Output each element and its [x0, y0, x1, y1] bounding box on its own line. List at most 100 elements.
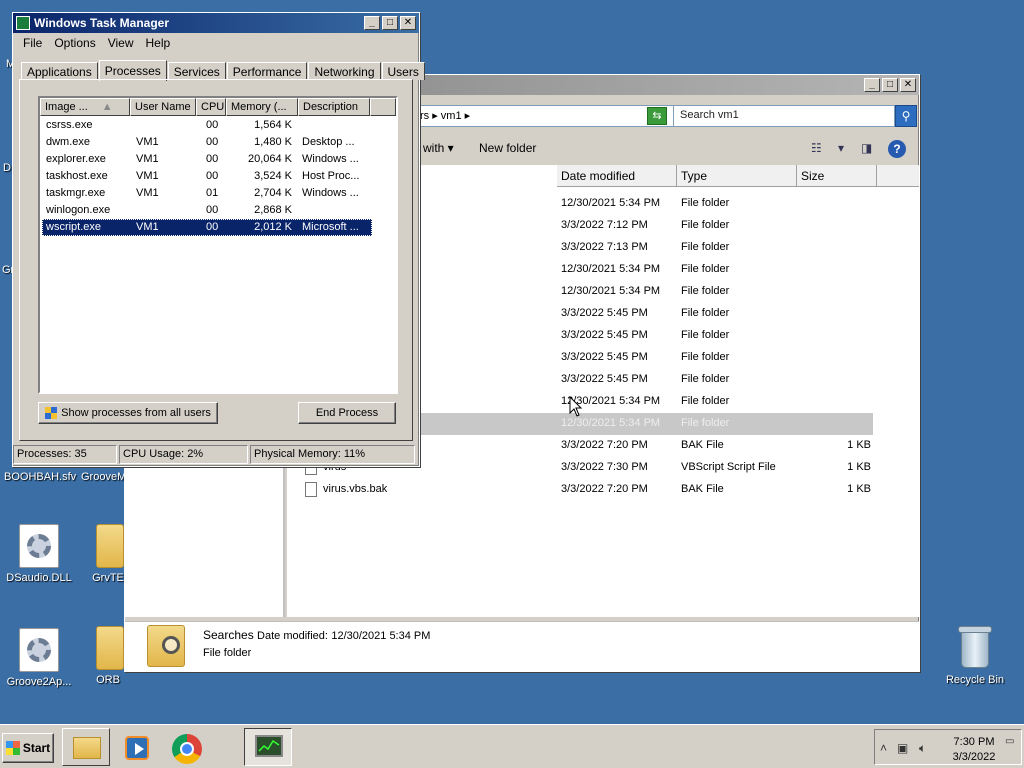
process-description: Microsoft ...	[302, 221, 359, 233]
taskbar-media-player-button[interactable]	[112, 728, 160, 766]
process-row[interactable]: explorer.exe VM1 00 20,064 K Windows ...	[42, 151, 372, 168]
process-row[interactable]: csrss.exe 00 1,564 K	[42, 117, 372, 134]
process-row[interactable]: dwm.exe VM1 00 1,480 K Desktop ...	[42, 134, 372, 151]
file-date: 3/3/2022 7:20 PM	[561, 439, 648, 451]
search-folder-icon	[147, 625, 185, 667]
column-header-description[interactable]: Description	[298, 98, 370, 116]
minimize-button[interactable]: _	[864, 78, 880, 92]
process-memory: 1,480 K	[254, 136, 292, 148]
process-memory: 2,868 K	[254, 204, 292, 216]
process-user: VM1	[136, 221, 159, 233]
volume-icon[interactable]: 🔈︎	[919, 741, 926, 756]
desktop-icon-dsaudio[interactable]: DSaudio.DLL	[0, 524, 78, 584]
clock[interactable]: 7:30 PM 3/3/2022	[947, 735, 1001, 765]
status-cpu-usage: CPU Usage: 2%	[119, 445, 248, 464]
refresh-button[interactable]: ⇆	[647, 107, 667, 125]
tab-performance[interactable]: Performance	[226, 62, 308, 80]
open-with-button[interactable]: with ▾	[423, 141, 454, 155]
column-header-cpu[interactable]: CPU	[196, 98, 226, 116]
file-type: VBScript Script File	[681, 461, 776, 473]
task-manager-icon	[255, 735, 283, 757]
task-manager-icon	[16, 16, 30, 30]
file-row[interactable]: 12/30/2021 5:34 PM File folder	[367, 413, 873, 435]
process-memory: 2,704 K	[254, 187, 292, 199]
process-row[interactable]: winlogon.exe 00 2,868 K	[42, 202, 372, 219]
desktop-icon-label-partial[interactable]: D	[3, 162, 11, 174]
taskbar-task-manager-button[interactable]	[244, 728, 292, 766]
chevron-up-icon[interactable]: ˄	[880, 741, 887, 755]
column-header-date[interactable]: Date modified	[557, 165, 677, 187]
desktop-icon-label[interactable]: GrooveM	[81, 471, 126, 483]
chevron-down-icon[interactable]: ▾	[838, 141, 844, 155]
tab-networking[interactable]: Networking	[308, 62, 381, 80]
file-type: File folder	[681, 307, 730, 319]
close-button[interactable]: ✕	[400, 16, 416, 30]
column-header-type[interactable]: Type	[677, 165, 797, 187]
process-user: VM1	[136, 153, 159, 165]
process-image: winlogon.exe	[46, 204, 111, 216]
maximize-button[interactable]: □	[382, 16, 398, 30]
column-header-size[interactable]: Size	[797, 165, 877, 187]
menu-file[interactable]: File	[17, 36, 48, 50]
file-type: File folder	[681, 373, 730, 385]
column-header-memory[interactable]: Memory (...	[226, 98, 298, 116]
file-row[interactable]: virus.vbs.bak 3/3/2022 7:20 PM BAK File 1 K…	[287, 479, 919, 501]
folder-icon	[96, 524, 124, 568]
file-date: 3/3/2022 7:30 PM	[561, 461, 648, 473]
show-all-processes-button[interactable]: Show processes from all users	[38, 402, 218, 424]
show-desktop-icon[interactable]: ▭	[1005, 736, 1014, 747]
tab-services[interactable]: Services	[167, 62, 226, 80]
file-type: File folder	[681, 263, 730, 275]
windows-logo-icon	[5, 741, 20, 755]
maximize-button[interactable]: □	[882, 78, 898, 92]
status-processes: Processes: 35	[13, 445, 117, 464]
task-manager-titlebar[interactable]: Windows Task Manager _ □ ✕	[13, 13, 419, 33]
file-date: 12/30/2021 5:34 PM	[561, 285, 661, 297]
details-pane: Searches Date modified: 12/30/2021 5:34 …	[125, 621, 919, 671]
taskbar-chrome-button[interactable]	[162, 728, 210, 766]
process-image: explorer.exe	[46, 153, 106, 165]
new-folder-button[interactable]: New folder	[479, 141, 536, 155]
dll-file-icon	[19, 524, 59, 568]
details-date-label: Date modified:	[257, 630, 328, 642]
clock-date: 3/3/2022	[952, 751, 996, 763]
menu-view[interactable]: View	[102, 36, 140, 50]
column-header-image[interactable]: Image ... ▲	[40, 98, 130, 116]
address-path: rs ▸ vm1 ▸	[420, 110, 471, 122]
desktop-icon-groove2ap[interactable]: Groove2Ap...	[0, 628, 78, 688]
process-cpu: 01	[206, 187, 219, 199]
recycle-bin-icon	[958, 626, 992, 670]
desktop-icon-label: GrvTE	[92, 572, 124, 584]
process-row[interactable]: taskhost.exe VM1 00 3,524 K Host Proc...	[42, 168, 372, 185]
file-date: 3/3/2022 7:20 PM	[561, 483, 648, 495]
network-icon[interactable]: ▣	[897, 741, 908, 755]
close-button[interactable]: ✕	[900, 78, 916, 92]
status-physical-memory: Physical Memory: 11%	[250, 445, 415, 464]
desktop-icon-recycle-bin[interactable]: Recycle Bin	[936, 626, 1014, 686]
help-icon[interactable]: ?	[888, 140, 906, 158]
desktop-icon-label[interactable]: BOOHBAH.sfv	[4, 471, 76, 483]
process-row[interactable]: wscript.exe VM1 00 2,012 K Microsoft ...	[42, 219, 372, 236]
file-type: File folder	[681, 417, 730, 429]
start-button[interactable]: Start	[2, 733, 54, 763]
process-list[interactable]: Image ... ▲ User Name CPU Memory (... Des…	[38, 96, 398, 394]
search-input[interactable]: Search vm1	[673, 105, 895, 127]
menu-options[interactable]: Options	[48, 36, 101, 50]
details-type: File folder	[203, 647, 252, 659]
process-image: dwm.exe	[46, 136, 91, 148]
taskbar-explorer-button[interactable]	[62, 728, 110, 766]
tab-users[interactable]: Users	[381, 62, 425, 80]
column-header-user[interactable]: User Name	[130, 98, 196, 116]
minimize-button[interactable]: _	[364, 16, 380, 30]
process-user: VM1	[136, 187, 159, 199]
column-header-filler	[370, 98, 396, 116]
menu-help[interactable]: Help	[140, 36, 177, 50]
views-icon[interactable]: ☷	[811, 141, 822, 155]
tab-processes[interactable]: Processes	[98, 60, 167, 81]
end-process-button[interactable]: End Process	[298, 402, 396, 424]
file-icon	[305, 482, 317, 497]
preview-pane-icon[interactable]: ◨	[861, 141, 872, 155]
search-icon[interactable]: ⚲	[895, 105, 917, 127]
process-row[interactable]: taskmgr.exe VM1 01 2,704 K Windows ...	[42, 185, 372, 202]
tab-applications[interactable]: Applications	[21, 62, 98, 80]
